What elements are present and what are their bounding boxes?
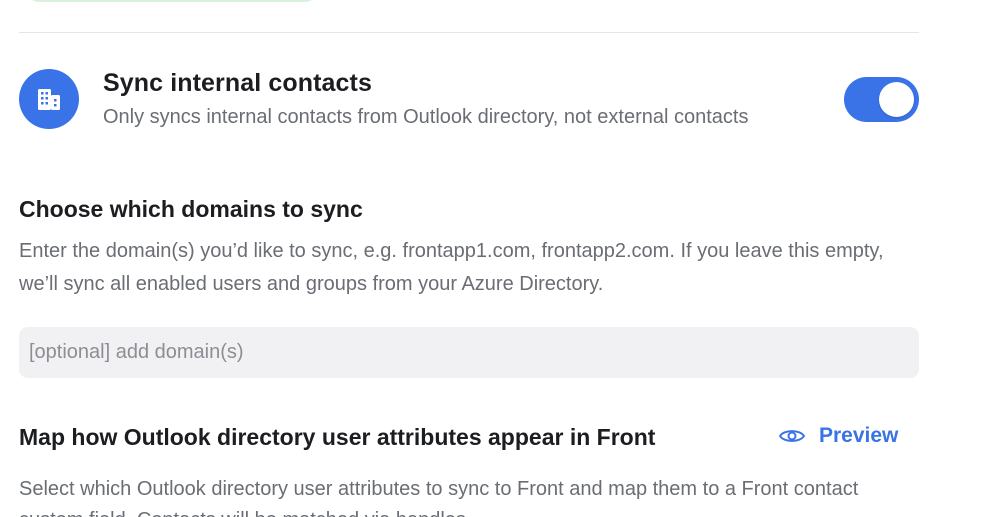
domains-section-description: Enter the domain(s) you’d like to sync, … [19, 240, 884, 295]
building-icon [19, 69, 79, 129]
preview-button[interactable]: Preview [778, 421, 898, 451]
domains-section-title: Choose which domains to sync [19, 196, 363, 222]
preview-button-label: Preview [819, 424, 899, 447]
settings-page: Sync internal contacts Only syncs intern… [0, 0, 984, 517]
eye-icon [779, 430, 805, 442]
sync-internal-contacts-row: Sync internal contacts Only syncs intern… [19, 69, 919, 131]
domains-input[interactable] [19, 327, 919, 378]
attributes-section-description: Select which Outlook directory user attr… [19, 478, 859, 517]
attributes-section-title: Map how Outlook directory user attribute… [19, 424, 656, 450]
sync-internal-contacts-toggle[interactable] [844, 77, 919, 122]
section-divider [19, 32, 919, 33]
toggle-knob [879, 82, 914, 117]
previous-section-element [30, 0, 314, 2]
sync-internal-contacts-title: Sync internal contacts [103, 69, 372, 97]
sync-internal-contacts-description: Only syncs internal contacts from Outloo… [103, 106, 749, 128]
